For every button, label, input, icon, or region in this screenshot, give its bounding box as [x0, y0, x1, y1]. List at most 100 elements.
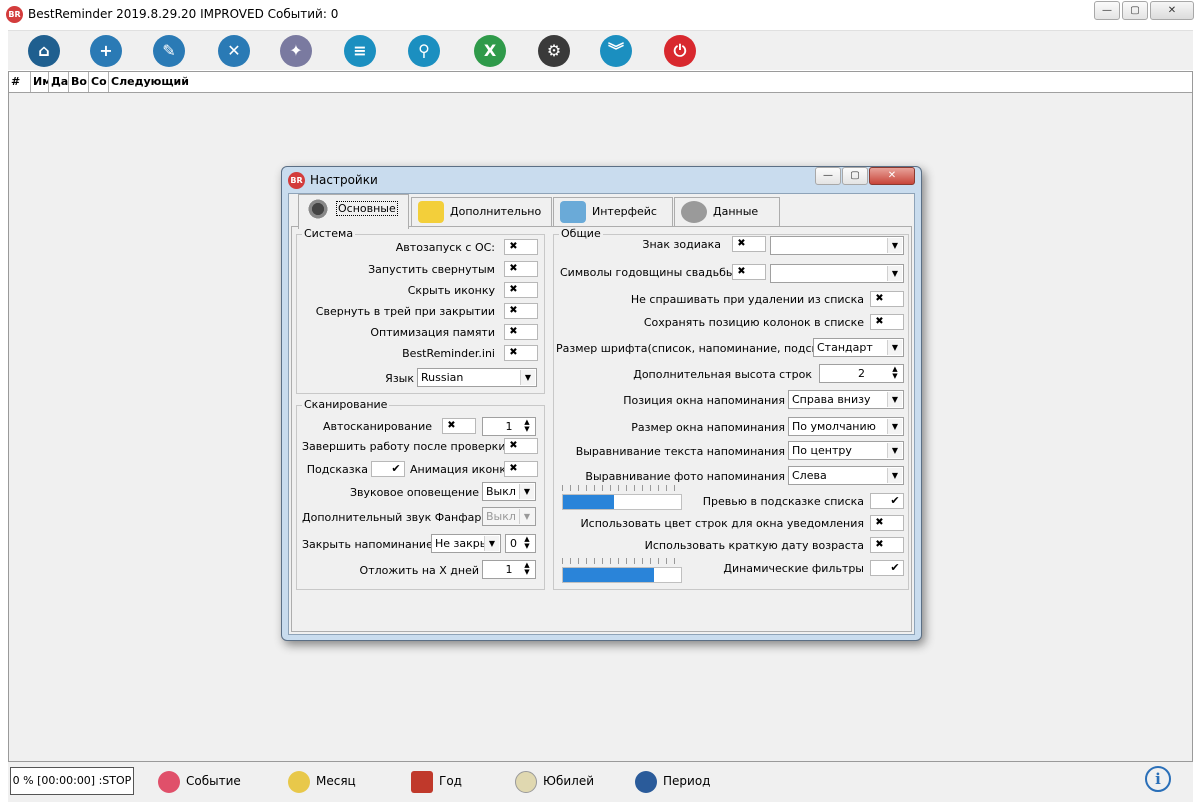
settings-button[interactable]: ⚙ [538, 35, 570, 67]
moon-icon [288, 770, 310, 793]
no-ask-delete-toggle[interactable]: ✖ [870, 291, 904, 307]
event-button[interactable]: Событие [158, 768, 241, 794]
font-size-label: Размер шрифта(список, напоминание, подск… [556, 342, 849, 355]
slider1[interactable] [562, 494, 682, 510]
power-off-button[interactable]: ⏻ [664, 35, 696, 67]
finish-after-check-toggle[interactable]: ✖ [504, 438, 538, 454]
zodiac-label: Знак зодиака [642, 238, 721, 251]
zodiac-select[interactable]: ▼ [770, 236, 904, 255]
save-columns-toggle[interactable]: ✖ [870, 314, 904, 330]
dialog-close-button[interactable]: ✕ [869, 167, 915, 185]
chevron-down-icon: ▼ [484, 536, 499, 551]
text-align-select[interactable]: По центру ▼ [788, 441, 904, 460]
row-height-spinner[interactable]: 2 ▲ ▼ [819, 364, 904, 383]
hide-icon-toggle[interactable]: ✖ [504, 282, 538, 298]
col-header-name[interactable]: Им [31, 72, 49, 92]
toolbar: ⌂ + ✎ ✕ ✦ ≡ ⚲ X ⚙ ︾ ⏻ [8, 30, 1193, 70]
start-minimized-toggle[interactable]: ✖ [504, 261, 538, 277]
excel-export-button[interactable]: X [474, 35, 506, 67]
dialog-title: Настройки [310, 173, 378, 187]
postpone-spinner[interactable]: 1 ▲ ▼ [482, 560, 536, 579]
close-reminder-spinner[interactable]: 0 ▲ ▼ [505, 534, 536, 553]
sound-select[interactable]: Выкл ▼ [482, 482, 536, 501]
excel-icon: X [483, 41, 497, 60]
minimize-button[interactable]: — [1094, 1, 1120, 20]
short-date-label: Использовать краткую дату возраста [644, 539, 864, 552]
win-size-select[interactable]: По умолчанию ▼ [788, 417, 904, 436]
clock-icon [635, 770, 657, 793]
photo-align-select[interactable]: Слева ▼ [788, 466, 904, 485]
icon-animation-toggle[interactable]: ✖ [504, 461, 538, 477]
calendar-icon [411, 770, 433, 793]
search-button[interactable]: ⚲ [408, 35, 440, 67]
col-header-number[interactable]: # [9, 72, 31, 92]
info-icon[interactable]: i [1145, 766, 1171, 792]
close-button[interactable]: ✕ [1150, 1, 1194, 20]
maximize-button[interactable]: ▢ [1122, 1, 1148, 20]
chevron-down-icon: ▼ [519, 509, 534, 524]
short-date-toggle[interactable]: ✖ [870, 537, 904, 553]
hint-toggle[interactable]: ✔ [371, 461, 405, 477]
status-text: 0 % [00:00:00] :STOP [10, 767, 134, 795]
tab-interface[interactable]: Интерфейс [553, 197, 673, 227]
dynamic-filters-label: Динамические фильтры [723, 562, 864, 575]
double-chevron-down-icon: ︾ [607, 41, 624, 60]
slider2-fill [563, 568, 654, 582]
wedding-toggle[interactable]: ✖ [732, 264, 766, 280]
row-color-label: Использовать цвет строк для окна уведомл… [580, 517, 864, 530]
font-size-select[interactable]: Стандарт ▼ [813, 338, 904, 357]
preview-toggle[interactable]: ✔ [870, 493, 904, 509]
month-button[interactable]: Месяц [288, 768, 356, 794]
memory-opt-toggle[interactable]: ✖ [504, 324, 538, 340]
add-event-button[interactable]: + [90, 35, 122, 67]
add-event-icon: + [99, 41, 113, 60]
delete-event-button[interactable]: ✕ [218, 35, 250, 67]
search-icon: ⚲ [418, 41, 430, 60]
zodiac-toggle[interactable]: ✖ [732, 236, 766, 252]
tab-page-basic: Система Автозапуск с ОС: ✖ Запустить све… [291, 226, 912, 632]
edit-event-button[interactable]: ✎ [153, 35, 185, 67]
language-label: Язык [385, 372, 414, 385]
tab-additional[interactable]: Дополнительно [411, 197, 552, 227]
grid-header: # Им Да Во Со Следующий [9, 72, 1192, 93]
col-header-next[interactable]: Следующий [109, 72, 229, 92]
jubilee-button[interactable]: Юбилей [515, 768, 594, 794]
gear-icon: ⚙ [546, 41, 562, 60]
col-header-date[interactable]: Да [49, 72, 69, 92]
home-button[interactable]: ⌂ [28, 35, 60, 67]
autostart-toggle[interactable]: ✖ [504, 239, 538, 255]
year-button[interactable]: Год [411, 768, 462, 794]
dialog-maximize-button[interactable]: ▢ [842, 167, 868, 185]
dynamic-filters-toggle[interactable]: ✔ [870, 560, 904, 576]
col-header-age[interactable]: Во [69, 72, 89, 92]
tab-data[interactable]: Данные [674, 197, 780, 227]
scan-group-title: Сканирование [302, 398, 390, 411]
tab-basic[interactable]: Основные [298, 194, 409, 229]
status-bar: 0 % [00:00:00] :STOP Событие Месяц Год Ю… [8, 762, 1193, 802]
dialog-minimize-button[interactable]: — [815, 167, 841, 185]
minimize-to-tray-toggle[interactable]: ✖ [504, 303, 538, 319]
slider2-ticks [562, 558, 680, 564]
position-select[interactable]: Справа внизу ▼ [788, 390, 904, 409]
position-label: Позиция окна напоминания [623, 394, 785, 407]
collapse-button[interactable]: ︾ [600, 35, 632, 67]
slider1-fill [563, 495, 614, 509]
layers-button[interactable]: ≡ [344, 35, 376, 67]
language-select[interactable]: Russian ▼ [417, 368, 537, 387]
wedding-select[interactable]: ▼ [770, 264, 904, 283]
col-header-event[interactable]: Со [89, 72, 109, 92]
autoscan-spinner[interactable]: 1 ▲ ▼ [482, 417, 536, 436]
ini-toggle[interactable]: ✖ [504, 345, 538, 361]
close-reminder-select[interactable]: Не закры ▼ [431, 534, 501, 553]
no-ask-delete-label: Не спрашивать при удалении из списка [630, 293, 864, 306]
slider2[interactable] [562, 567, 682, 583]
period-button[interactable]: Период [635, 768, 710, 794]
row-color-toggle[interactable]: ✖ [870, 515, 904, 531]
chevron-down-icon: ▼ [519, 484, 534, 499]
fanfare-select[interactable]: Выкл ▼ [482, 507, 536, 526]
themes-button[interactable]: ✦ [280, 35, 312, 67]
text-align-label: Выравнивание текста напоминания [575, 445, 785, 458]
win-size-label: Размер окна напоминания [631, 421, 785, 434]
gear-wrench-icon [305, 198, 331, 220]
autoscan-toggle[interactable]: ✖ [442, 418, 476, 434]
